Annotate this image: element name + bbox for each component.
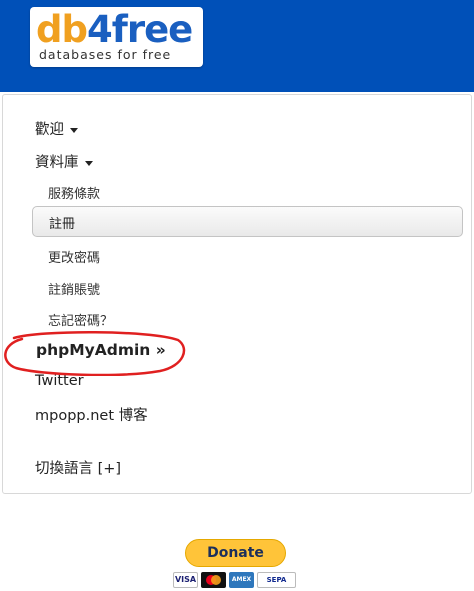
submenu-item-terms[interactable]: 服務條款 [48, 183, 100, 202]
logo-wordmark: db4free [36, 8, 193, 51]
submenu-item-register-label: 註冊 [49, 217, 76, 232]
logo-part-4free: 4free [86, 8, 193, 51]
logo-part-db: db [36, 8, 88, 51]
menu-item-welcome-label: 歡迎 [35, 122, 64, 138]
menu-item-blog[interactable]: mpopp.net 博客 [35, 404, 148, 425]
site-header: db4free databases for free [0, 0, 474, 92]
submenu-item-forgot-password[interactable]: 忘記密碼？ [48, 310, 113, 329]
caret-down-icon [84, 160, 93, 166]
menu-item-database-label: 資料庫 [35, 155, 79, 171]
red-annotation-circle [4, 330, 186, 376]
amex-card-icon: AMEX [229, 572, 254, 588]
submenu-item-change-password[interactable]: 更改密碼 [48, 247, 100, 266]
db4free-logo[interactable]: db4free databases for free [30, 7, 203, 67]
visa-card-icon: VISA [173, 572, 198, 588]
logo-tagline: databases for free [39, 47, 172, 62]
submenu-item-delete-account[interactable]: 註銷賬號 [48, 279, 100, 298]
donate-button[interactable]: Donate [185, 539, 286, 567]
switch-language-link[interactable]: 切換語言 [+] [35, 457, 121, 478]
submenu-item-register[interactable]: 註冊 [32, 206, 463, 237]
sepa-icon: SEPA [257, 572, 296, 588]
menu-item-welcome[interactable]: 歡迎 [35, 118, 78, 139]
navigation-panel: 歡迎 資料庫 服務條款 註冊 更改密碼 註銷賬號 忘記密碼？ Twitter m… [2, 94, 472, 494]
caret-down-icon [70, 127, 78, 133]
mastercard-icon [201, 572, 226, 588]
menu-item-database[interactable]: 資料庫 [35, 151, 93, 172]
